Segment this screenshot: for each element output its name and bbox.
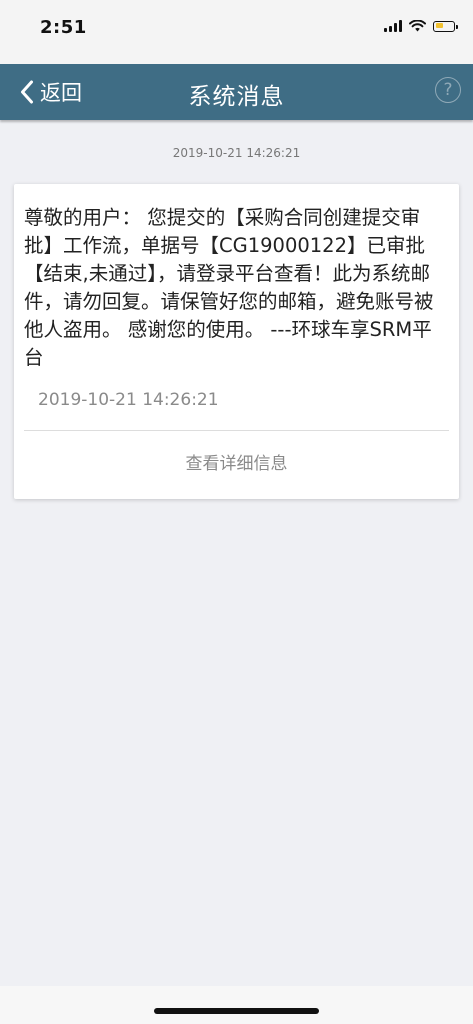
battery-icon <box>433 20 458 32</box>
bottom-bar <box>0 986 473 1024</box>
battery-level <box>435 23 443 28</box>
message-card: 尊敬的用户： 您提交的【采购合同创建提交审批】工作流，单据号【CG1900012… <box>14 184 459 499</box>
page-title: 系统消息 <box>188 84 285 110</box>
status-bar: 2:51 <box>0 0 473 64</box>
help-icon[interactable]: ? <box>435 77 461 103</box>
wifi-icon <box>409 20 426 32</box>
message-time: 2019-10-21 14:26:21 <box>38 390 219 410</box>
navigation-bar: 返回 系统消息 ? <box>0 64 473 120</box>
help-glyph: ? <box>443 80 453 100</box>
home-indicator[interactable] <box>154 1008 319 1014</box>
message-body: 尊敬的用户： 您提交的【采购合同创建提交审批】工作流，单据号【CG1900012… <box>24 206 434 369</box>
divider <box>24 430 449 431</box>
status-icons <box>384 20 458 32</box>
view-details-link[interactable]: 查看详细信息 <box>14 449 459 474</box>
signal-icon <box>384 20 402 32</box>
status-time: 2:51 <box>40 17 87 38</box>
message-timestamp: 2019-10-21 14:26:21 <box>172 146 301 160</box>
